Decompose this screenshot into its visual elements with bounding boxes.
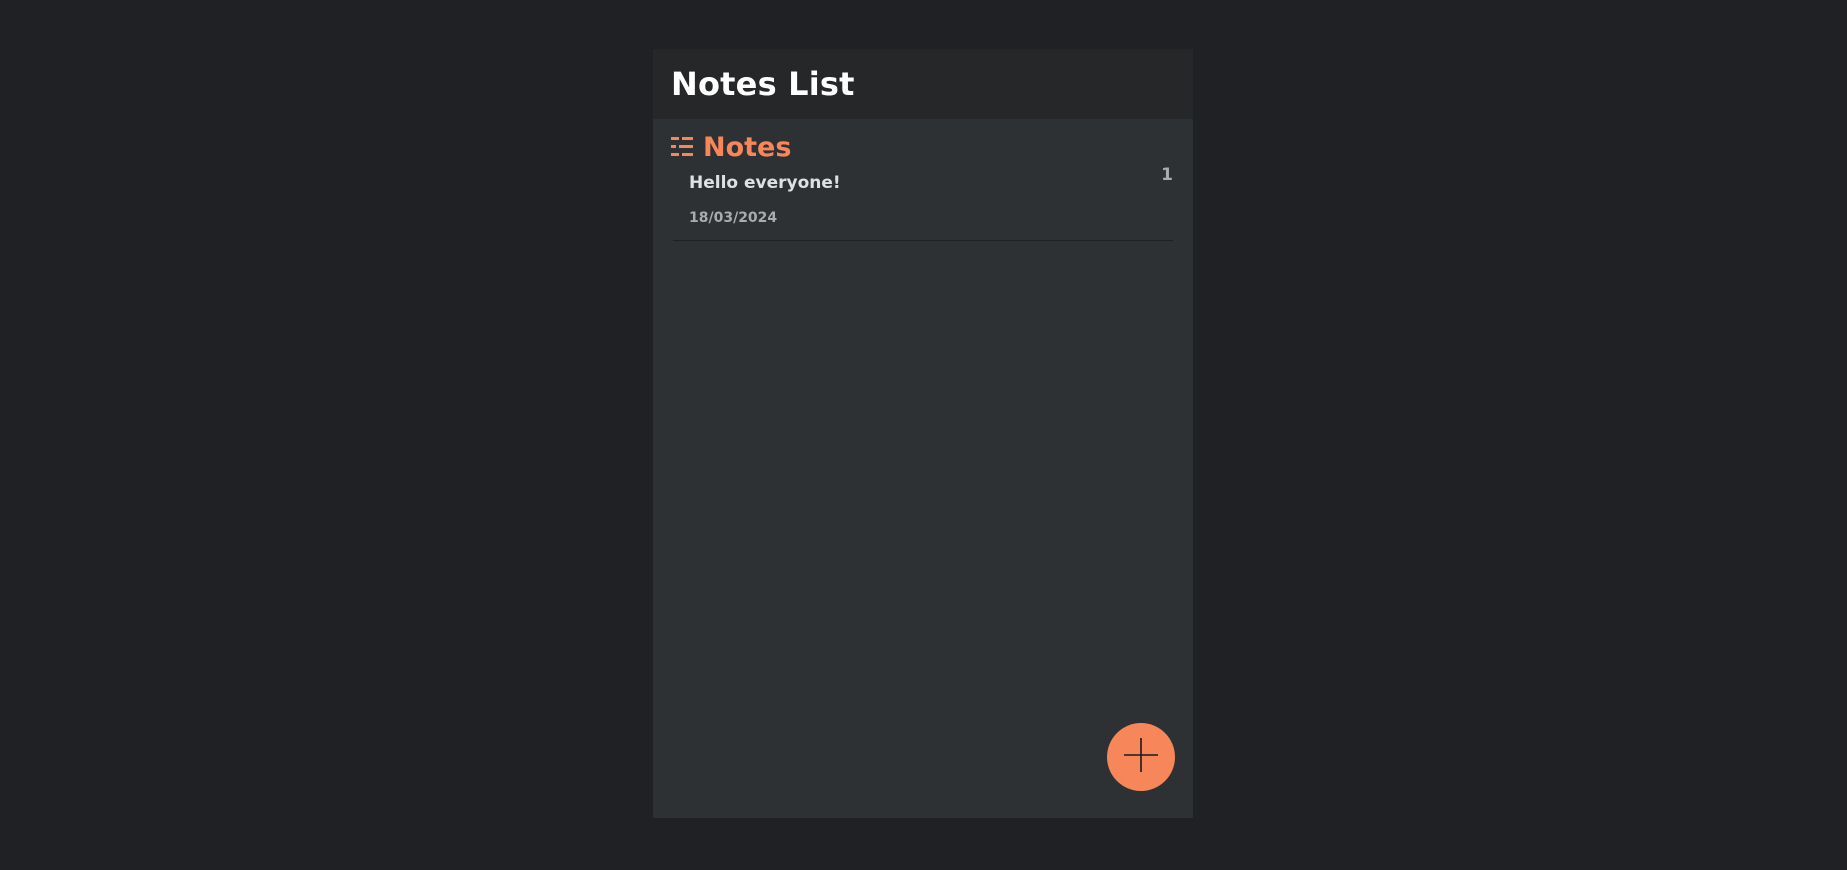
add-note-button[interactable] <box>1107 723 1175 791</box>
notes-app-panel: Notes List Notes Hello everyone! 18/03/2… <box>653 49 1193 818</box>
note-list-item[interactable]: Hello everyone! 18/03/2024 1 <box>673 165 1173 241</box>
page-title: Notes List <box>671 65 855 103</box>
plus-icon <box>1123 737 1159 777</box>
list-icon <box>671 136 693 158</box>
notes-section-header: Notes <box>653 131 1193 163</box>
section-label: Notes <box>703 131 792 163</box>
note-title: Hello everyone! <box>689 173 841 193</box>
note-date: 18/03/2024 <box>689 210 778 226</box>
note-count: 1 <box>1161 165 1173 185</box>
app-header: Notes List <box>653 49 1193 119</box>
